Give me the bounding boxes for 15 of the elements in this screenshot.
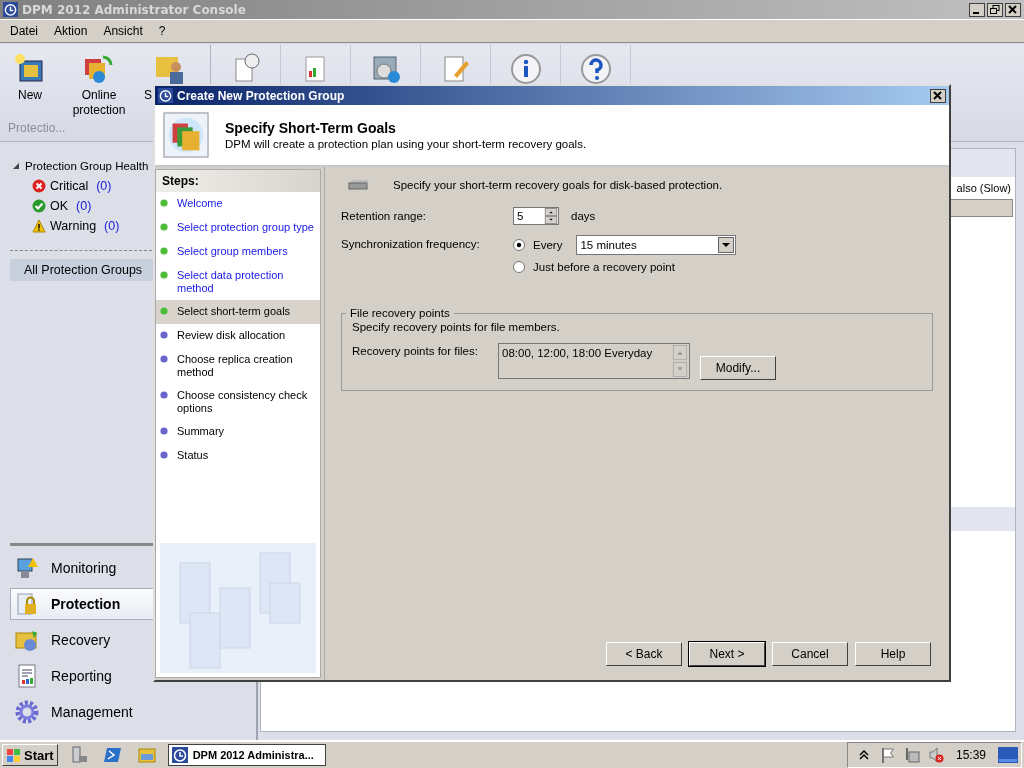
window-title: DPM 2012 Administrator Console [22, 2, 246, 17]
group-box-title: File recovery points [349, 307, 451, 319]
field-label: Retention range: [341, 210, 428, 222]
intro-text: Specify your short-term recovery goals for disk-based protection. [393, 179, 723, 191]
page-heading: Specify Short-Term Goals [225, 120, 397, 136]
steps-heading: Steps: [156, 170, 320, 192]
field-label: Synchronization frequency: [341, 237, 481, 250]
page-description: DPM will create a protection plan using your short-term recovery goals. [225, 138, 587, 150]
group-label: Protectio... [7, 121, 67, 137]
unit-label: days [571, 210, 596, 222]
column-text: also (Slow) [956, 182, 1011, 194]
group-description: Specify recovery points for file members. [352, 321, 561, 333]
clock: 15:39 [955, 748, 986, 762]
field-label: Recovery points for files: [352, 344, 479, 357]
dialog-title: Create New Protection Group [177, 88, 345, 103]
